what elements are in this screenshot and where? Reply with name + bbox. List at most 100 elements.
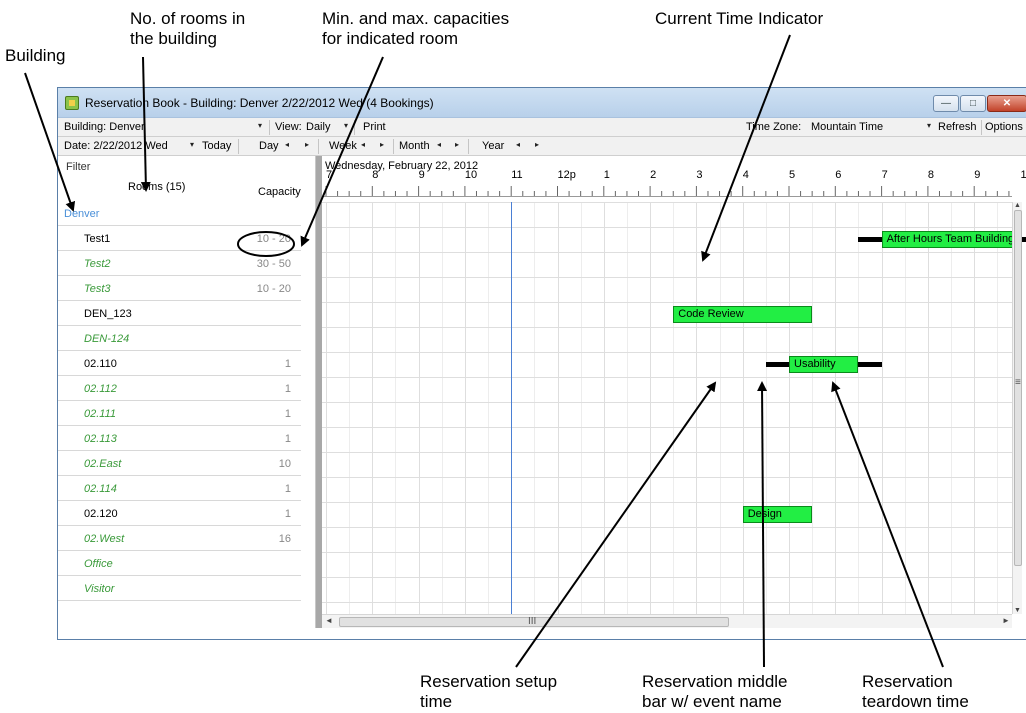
room-row[interactable]: Office: [58, 552, 301, 576]
room-row[interactable]: 02.West 16: [58, 527, 301, 551]
chevron-down-icon[interactable]: ▾: [344, 121, 348, 130]
reservation-bar[interactable]: Usability: [789, 356, 859, 373]
row-gridline: [322, 277, 1012, 278]
room-row[interactable]: Test2 30 - 50: [58, 252, 301, 276]
room-name: DEN_123: [84, 308, 132, 320]
row-gridline: [322, 227, 1012, 228]
room-name: 02.114: [84, 483, 117, 495]
room-name: DEN-124: [84, 333, 130, 345]
building-row[interactable]: Denver: [58, 202, 301, 226]
close-button[interactable]: ✕: [987, 95, 1026, 112]
room-name: 02.110: [84, 358, 117, 370]
grip-icon: III: [528, 616, 537, 627]
room-row[interactable]: 02.112 1: [58, 377, 301, 401]
room-capacity: 1: [284, 508, 291, 520]
divider: [269, 120, 270, 135]
hour-label: 4: [742, 169, 749, 181]
horizontal-scrollbar[interactable]: ◄ III ►: [322, 614, 1012, 628]
month-next-icon[interactable]: ▸: [455, 140, 459, 149]
time-zone-select[interactable]: Mountain Time: [811, 121, 883, 133]
scroll-left-icon[interactable]: ◄: [325, 616, 333, 625]
toolbar-navigation: Date: 2/22/2012 Wed ▾ Today Day ◂ ▸ Week…: [58, 137, 1026, 156]
room-count-callout: No. of rooms in the building: [130, 9, 246, 48]
room-capacity: 1: [284, 433, 291, 445]
chevron-down-icon[interactable]: ▾: [258, 121, 262, 130]
room-name: Test3: [84, 283, 111, 295]
scroll-down-icon[interactable]: ▼: [1014, 607, 1021, 614]
scroll-up-icon[interactable]: ▲: [1014, 202, 1021, 209]
row-gridline: [322, 302, 1012, 303]
row-gridline: [322, 577, 1012, 578]
room-name: 02.112: [84, 383, 117, 395]
day-prev-icon[interactable]: ◂: [285, 140, 289, 149]
today-button[interactable]: Today: [202, 140, 231, 152]
room-capacity: 16: [278, 533, 291, 545]
chevron-down-icon[interactable]: ▾: [190, 140, 194, 149]
vertical-scrollbar[interactable]: ▲ ≡ ▼: [1012, 202, 1022, 614]
chevron-down-icon[interactable]: ▾: [927, 121, 931, 130]
current-time-indicator: [511, 202, 513, 614]
refresh-button[interactable]: Refresh: [938, 121, 977, 133]
year-prev-icon[interactable]: ◂: [516, 140, 520, 149]
room-row[interactable]: 02.120 1: [58, 502, 301, 526]
month-label: Month: [399, 140, 430, 152]
week-next-icon[interactable]: ▸: [380, 140, 384, 149]
capacity-column-header[interactable]: Capacity: [258, 186, 301, 198]
room-row[interactable]: Visitor: [58, 577, 301, 601]
room-row[interactable]: 02.111 1: [58, 402, 301, 426]
room-capacity: 10: [278, 458, 291, 470]
room-row[interactable]: 02.113 1: [58, 427, 301, 451]
options-button[interactable]: Options: [985, 121, 1023, 133]
maximize-button[interactable]: □: [960, 95, 986, 112]
day-label: Day: [259, 140, 279, 152]
setup-time-bar[interactable]: [858, 237, 882, 242]
app-icon: [65, 96, 79, 110]
room-name: Test2: [84, 258, 111, 270]
setup-time-bar[interactable]: [765, 362, 789, 367]
week-prev-icon[interactable]: ◂: [361, 140, 365, 149]
middle-bar-callout: Reservation middle bar w/ event name: [642, 672, 788, 711]
room-row[interactable]: Test3 10 - 20: [58, 277, 301, 301]
title-bar[interactable]: Reservation Book - Building: Denver 2/22…: [58, 88, 1026, 118]
filter-label[interactable]: Filter: [66, 161, 90, 173]
view-select[interactable]: Daily: [306, 121, 330, 133]
room-row[interactable]: 02.110 1: [58, 352, 301, 376]
day-next-icon[interactable]: ▸: [305, 140, 309, 149]
reservation-bar[interactable]: After Hours Team Building: [881, 231, 1021, 248]
scroll-right-icon[interactable]: ►: [1002, 616, 1010, 625]
horizontal-scroll-thumb[interactable]: III: [339, 616, 729, 627]
room-name: Visitor: [84, 583, 115, 595]
reservation-bar[interactable]: Code Review: [673, 306, 813, 323]
building-select[interactable]: Building: Denver: [64, 121, 145, 133]
print-button[interactable]: Print: [363, 121, 386, 133]
hour-label: 9: [974, 169, 981, 181]
teardown-callout: Reservation teardown time: [862, 672, 969, 711]
month-prev-icon[interactable]: ◂: [437, 140, 441, 149]
room-row[interactable]: DEN-124: [58, 327, 301, 351]
hour-label: 8: [372, 169, 379, 181]
divider: [981, 120, 982, 135]
row-gridline: [322, 527, 1012, 528]
year-next-icon[interactable]: ▸: [535, 140, 539, 149]
room-row[interactable]: Test1 10 - 20: [58, 227, 301, 251]
minimize-button[interactable]: —: [933, 95, 959, 112]
time-ruler: [322, 186, 1012, 197]
room-row[interactable]: 02.114 1: [58, 477, 301, 501]
teardown-time-bar[interactable]: [858, 362, 882, 367]
room-row[interactable]: 02.East 10: [58, 452, 301, 476]
year-label: Year: [482, 140, 505, 152]
date-header: Wednesday, February 22, 2012: [325, 160, 479, 172]
reservation-book-window: Reservation Book - Building: Denver 2/22…: [57, 87, 1026, 640]
vertical-scroll-thumb[interactable]: ≡: [1014, 210, 1022, 566]
hour-label: 2: [650, 169, 657, 181]
rooms-column-header[interactable]: Rooms (15): [128, 181, 185, 193]
row-gridline: [322, 252, 1012, 253]
room-capacity: 10 - 20: [256, 233, 291, 245]
reservation-bar[interactable]: Design: [742, 506, 813, 523]
date-picker[interactable]: Date: 2/22/2012 Wed: [64, 140, 168, 152]
hour-label: 8: [927, 169, 935, 181]
room-name: 02.120: [84, 508, 118, 520]
room-name: 02.East: [84, 458, 122, 470]
room-name: Office: [84, 558, 113, 570]
room-row[interactable]: DEN_123: [58, 302, 301, 326]
